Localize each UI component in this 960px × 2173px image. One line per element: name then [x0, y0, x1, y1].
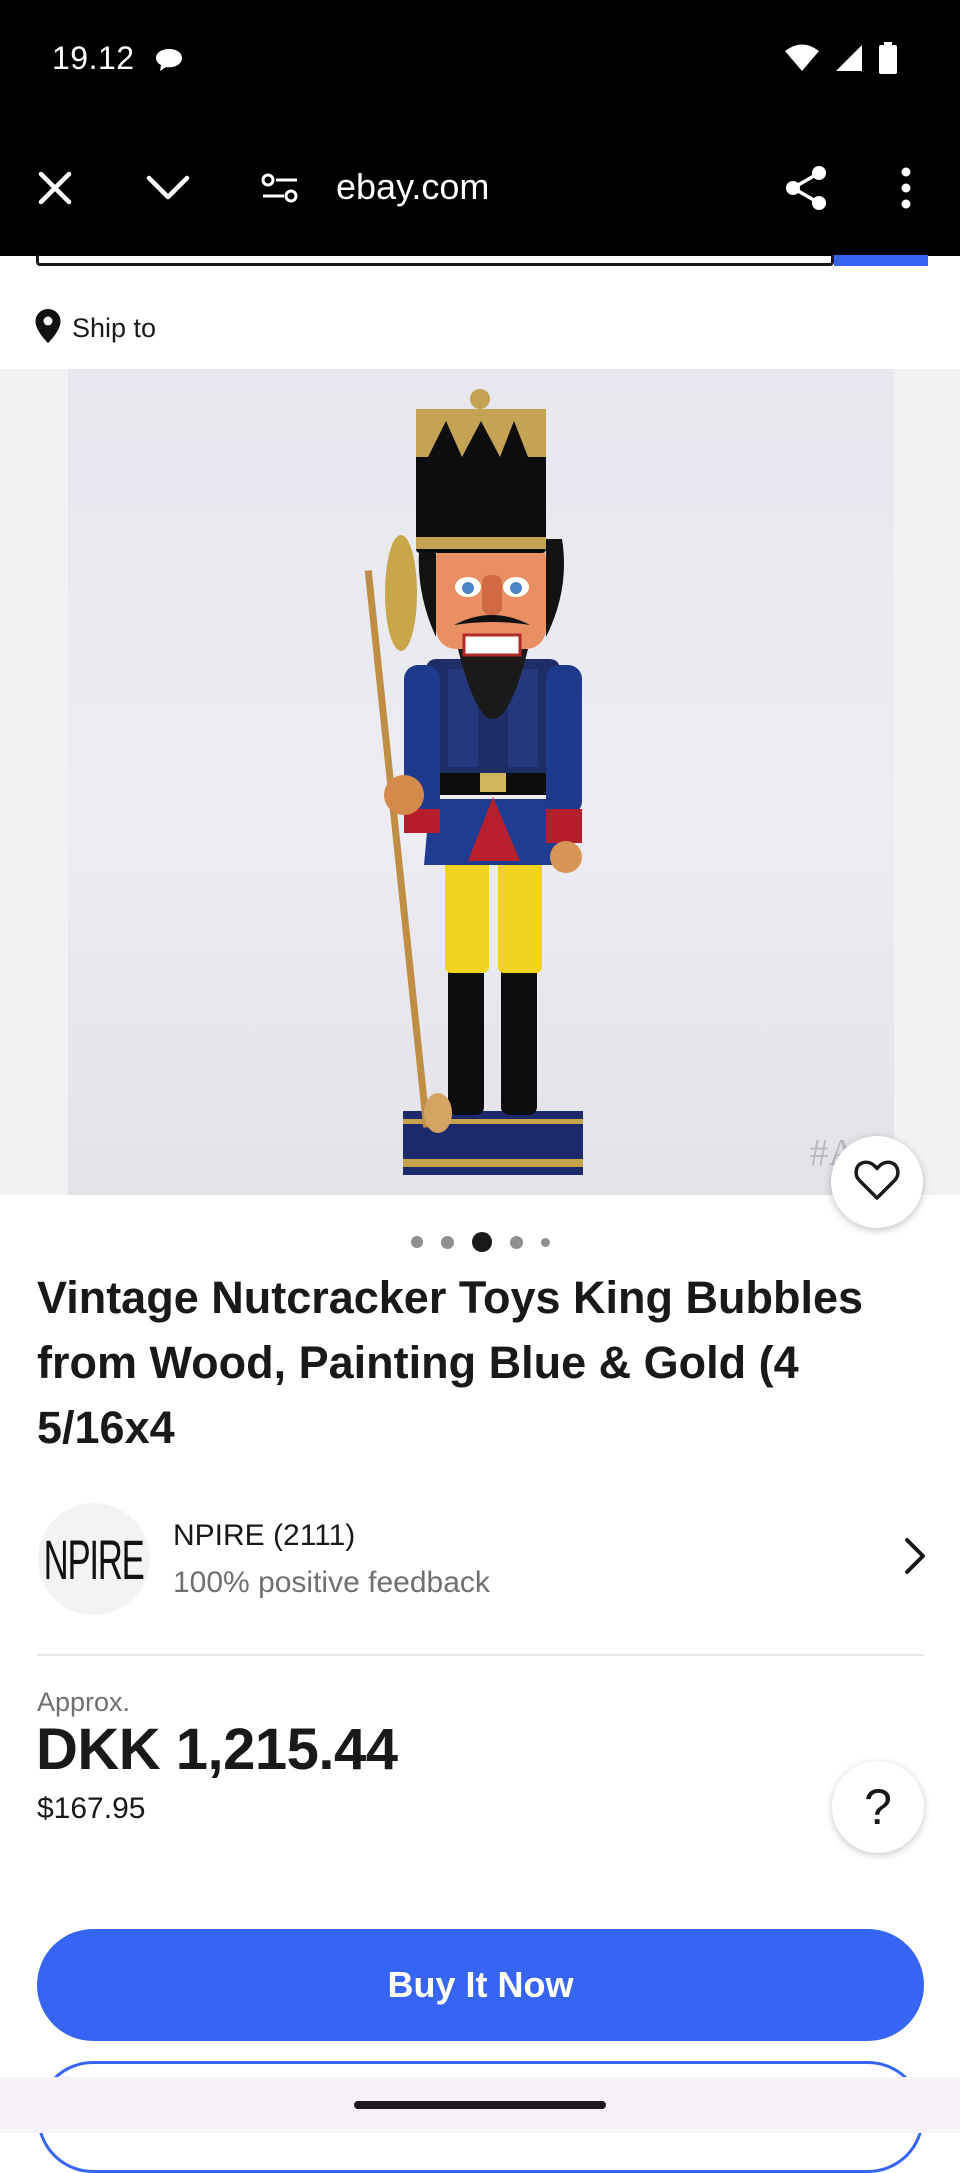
status-time: 19.12 [52, 40, 135, 76]
product-image-gallery[interactable]: #A29 [0, 369, 960, 1195]
status-bar: 19.12 [0, 0, 960, 120]
pagination-dot[interactable] [509, 1235, 523, 1249]
product-photo: #A29 [68, 369, 894, 1195]
price-usd: $167.95 [37, 1792, 146, 1825]
ship-to-link[interactable]: Ship to [34, 308, 156, 349]
question-icon: ? [864, 1779, 892, 1835]
browser-toolbar: ebay.com [0, 120, 960, 256]
pagination-dot-active[interactable] [471, 1232, 492, 1252]
seller-avatar: NPIRE [38, 1503, 150, 1615]
buy-it-now-button[interactable]: Buy It Now [37, 1929, 924, 2041]
image-pagination-dots [0, 1232, 960, 1252]
pagination-dot[interactable] [540, 1237, 550, 1247]
location-pin-icon [34, 308, 62, 349]
listing-title: Vintage Nutcracker Toys King Bubbles fro… [37, 1272, 864, 1453]
system-nav-bar [0, 2077, 960, 2133]
seller-logo-text: NPIRE [44, 1527, 145, 1591]
site-settings-icon[interactable] [250, 158, 310, 218]
chevron-down-icon[interactable] [138, 158, 198, 218]
pagination-dot[interactable] [410, 1236, 423, 1248]
price-local: DKK 1,215.44 [36, 1717, 398, 1782]
more-options-icon[interactable] [876, 158, 936, 218]
heart-icon [854, 1159, 900, 1206]
seller-info-link[interactable]: NPIRE NPIRE (2111) 100% positive feedbac… [38, 1503, 928, 1615]
seller-name: NPIRE (2111) [173, 1519, 356, 1552]
battery-icon [878, 42, 898, 79]
chevron-right-icon [904, 1537, 926, 1580]
pagination-dot[interactable] [440, 1235, 454, 1249]
close-tab-icon[interactable] [25, 158, 85, 218]
status-icons [784, 42, 898, 79]
chat-notification-icon [154, 47, 184, 78]
signal-icon [834, 43, 864, 78]
search-button[interactable] [834, 255, 928, 266]
search-input[interactable] [36, 255, 834, 266]
seller-feedback: 100% positive feedback [173, 1566, 490, 1599]
help-button[interactable]: ? [832, 1761, 924, 1853]
ship-to-label: Ship to [72, 313, 157, 343]
add-to-watchlist-button[interactable] [831, 1136, 923, 1228]
url-bar[interactable]: ebay.com [336, 166, 489, 208]
approx-label: Approx. [37, 1687, 131, 1717]
share-icon[interactable] [776, 158, 836, 218]
home-indicator[interactable] [354, 2101, 606, 2109]
wifi-icon [784, 43, 820, 78]
divider [37, 1654, 924, 1656]
nutcracker-figure [364, 389, 583, 1175]
